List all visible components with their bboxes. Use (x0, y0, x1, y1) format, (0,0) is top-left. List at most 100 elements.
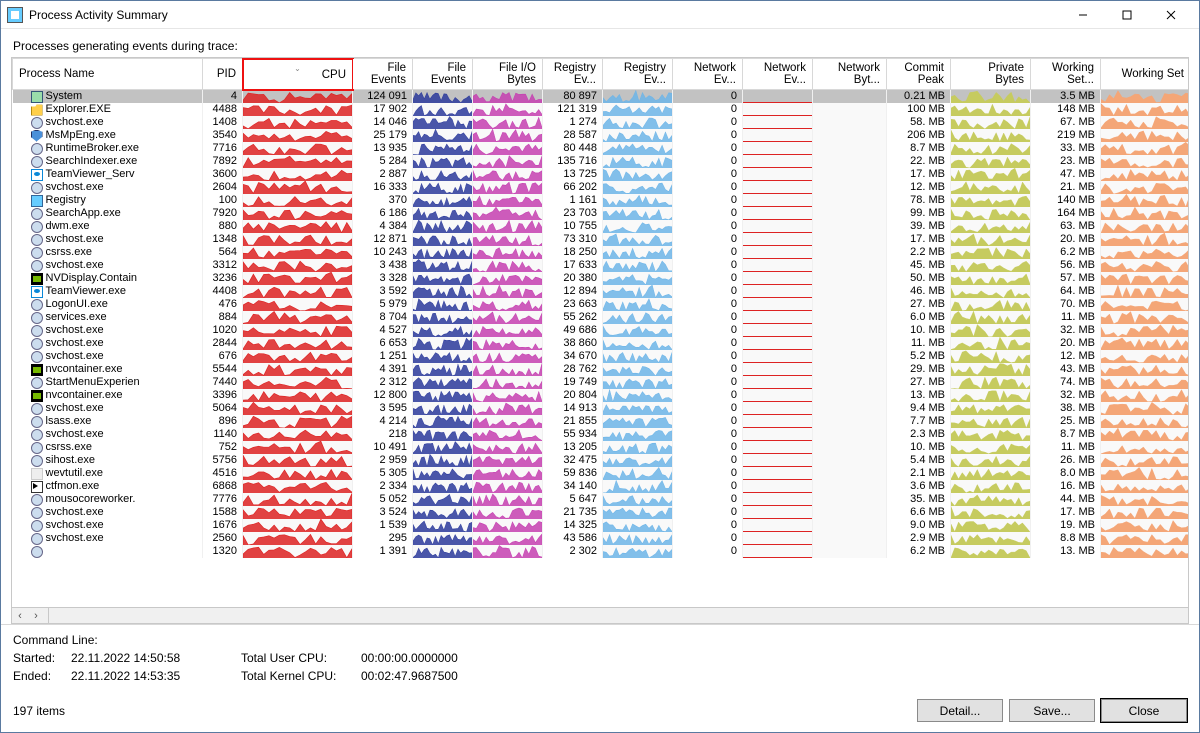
table-row[interactable]: LogonUI.exe4765 97923 663027. MB70. MB (13, 298, 1190, 311)
table-row[interactable]: MsMpEng.exe354025 17928 5870206 MB219 MB (13, 129, 1190, 142)
horizontal-scrollbar[interactable]: ‹ › (11, 608, 1189, 624)
file-events-spark (413, 545, 473, 558)
col-file-io-bytes[interactable]: File I/O Bytes (473, 59, 543, 90)
network-bytes-cell (813, 415, 887, 428)
col-working-set-2[interactable]: Working Set (1101, 59, 1190, 90)
gear-icon (31, 429, 43, 441)
registry-events-cell: 135 716 (543, 155, 603, 168)
titlebar[interactable]: Process Activity Summary (1, 1, 1199, 29)
file-events-spark (413, 389, 473, 402)
private-bytes-spark (951, 155, 1031, 168)
working-set-spark (1101, 441, 1190, 454)
registry-spark (603, 363, 673, 376)
file-events-spark (413, 402, 473, 415)
table-row[interactable]: svchost.exe260416 33366 202012. MB21. MB (13, 181, 1190, 194)
table-row[interactable]: svchost.exe50643 59514 91309.4 MB38. MB (13, 402, 1190, 415)
table-row[interactable]: csrss.exe75210 49113 205010. MB11. MB (13, 441, 1190, 454)
col-network-bytes[interactable]: Network Byt... (813, 59, 887, 90)
close-dialog-button[interactable]: Close (1101, 699, 1187, 722)
table-row[interactable]: svchost.exe256029543 58602.9 MB8.8 MB (13, 532, 1190, 545)
table-row[interactable]: mousocoreworker.77765 0525 647035. MB44.… (13, 493, 1190, 506)
table-row[interactable]: Explorer.EXE448817 902121 3190100 MB148 … (13, 103, 1190, 116)
table-row[interactable]: nvcontainer.exe339612 80020 804013. MB32… (13, 389, 1190, 402)
table-row[interactable]: lsass.exe8964 21421 85507.7 MB25. MB (13, 415, 1190, 428)
private-bytes-spark (951, 285, 1031, 298)
table-row[interactable]: svchost.exe16761 53914 32509.0 MB19. MB (13, 519, 1190, 532)
cpu-spark (243, 233, 353, 246)
table-row[interactable]: svchost.exe6761 25134 67005.2 MB12. MB (13, 350, 1190, 363)
commit-peak-cell: 22. MB (887, 155, 951, 168)
table-row[interactable]: wevtutil.exe45165 30559 83602.1 MB8.0 MB (13, 467, 1190, 480)
table-row[interactable]: svchost.exe10204 52749 686010. MB32. MB (13, 324, 1190, 337)
col-network-events[interactable]: Network Ev... (673, 59, 743, 90)
table-row[interactable]: svchost.exe28446 65338 860011. MB20. MB (13, 337, 1190, 350)
scroll-left-icon[interactable]: ‹ (12, 609, 28, 623)
process-name: svchost.exe (46, 519, 104, 532)
col-registry-events[interactable]: Registry Ev... (543, 59, 603, 90)
commit-peak-cell: 0.21 MB (887, 90, 951, 104)
table-row[interactable]: RuntimeBroker.exe771613 93580 44808.7 MB… (13, 142, 1190, 155)
minimize-button[interactable] (1061, 2, 1105, 28)
table-row[interactable]: sihost.exe57562 95932 47505.4 MB26. MB (13, 454, 1190, 467)
table-row[interactable]: services.exe8848 70455 26206.0 MB11. MB (13, 311, 1190, 324)
maximize-button[interactable] (1105, 2, 1149, 28)
process-name: LogonUI.exe (46, 298, 108, 311)
save-button[interactable]: Save... (1009, 699, 1095, 722)
pid-cell: 5544 (203, 363, 243, 376)
table-row[interactable]: svchost.exe140814 0461 274058. MB67. MB (13, 116, 1190, 129)
table-row[interactable]: StartMenuExperien74402 31219 749027. MB7… (13, 376, 1190, 389)
pid-cell: 1348 (203, 233, 243, 246)
network-spark (743, 519, 813, 532)
table-row[interactable]: dwm.exe8804 38410 755039. MB63. MB (13, 220, 1190, 233)
table-row[interactable]: NVDisplay.Contain32363 32820 380050. MB5… (13, 272, 1190, 285)
col-process-name[interactable]: Process Name (13, 59, 203, 90)
table-row[interactable]: svchost.exe134812 87173 310017. MB20. MB (13, 233, 1190, 246)
file-io-spark (473, 493, 543, 506)
registry-events-cell: 80 897 (543, 90, 603, 104)
table-row[interactable]: Registry1003701 161078. MB140 MB (13, 194, 1190, 207)
pid-cell: 5756 (203, 454, 243, 467)
process-table[interactable]: Process Name PID ⌄CPU File Events File E… (11, 57, 1189, 608)
gear-icon (31, 156, 43, 168)
table-row[interactable]: svchost.exe114021855 93402.3 MB8.7 MB (13, 428, 1190, 441)
network-events-cell: 0 (673, 506, 743, 519)
gear-icon (31, 520, 43, 532)
table-row[interactable]: ctfmon.exe68682 33434 14003.6 MB16. MB (13, 480, 1190, 493)
gear-icon (31, 351, 43, 363)
working-set-cell: 16. MB (1031, 480, 1101, 493)
working-set-spark (1101, 415, 1190, 428)
close-button[interactable] (1149, 2, 1193, 28)
pid-cell: 100 (203, 194, 243, 207)
scroll-right-icon[interactable]: › (28, 609, 44, 623)
header-row[interactable]: Process Name PID ⌄CPU File Events File E… (13, 59, 1190, 90)
col-file-events[interactable]: File Events (353, 59, 413, 90)
col-pid[interactable]: PID (203, 59, 243, 90)
table-row[interactable]: TeamViewer_Serv36002 88713 725017. MB47.… (13, 168, 1190, 181)
table-row[interactable]: SearchIndexer.exe78925 284135 716022. MB… (13, 155, 1190, 168)
table-row[interactable]: svchost.exe15883 52421 73506.6 MB17. MB (13, 506, 1190, 519)
col-network-events-spark[interactable]: Network Ev... (743, 59, 813, 90)
col-commit-peak[interactable]: Commit Peak (887, 59, 951, 90)
table-row[interactable]: TeamViewer.exe44083 59212 894046. MB64. … (13, 285, 1190, 298)
detail-button[interactable]: Detail... (917, 699, 1003, 722)
col-registry-events-spark[interactable]: Registry Ev... (603, 59, 673, 90)
table-row[interactable]: System4124 09180 89700.21 MB3.5 MB (13, 90, 1190, 104)
network-spark (743, 220, 813, 233)
table-row[interactable]: csrss.exe56410 24318 25002.2 MB6.2 MB (13, 246, 1190, 259)
file-events-spark (413, 493, 473, 506)
network-bytes-cell (813, 298, 887, 311)
file-events-spark (413, 519, 473, 532)
col-working-set[interactable]: Working Set... (1031, 59, 1101, 90)
col-private-bytes[interactable]: Private Bytes (951, 59, 1031, 90)
process-name: services.exe (46, 311, 107, 324)
private-bytes-spark (951, 246, 1031, 259)
table-row[interactable]: nvcontainer.exe55444 39128 762029. MB43.… (13, 363, 1190, 376)
table-row[interactable]: 13201 3912 30206.2 MB13. MB (13, 545, 1190, 558)
col-cpu[interactable]: ⌄CPU (243, 59, 353, 90)
working-set-cell: 21. MB (1031, 181, 1101, 194)
col-file-events-spark[interactable]: File Events (413, 59, 473, 90)
table-row[interactable]: svchost.exe33123 43817 633045. MB56. MB (13, 259, 1190, 272)
table-row[interactable]: SearchApp.exe79206 18623 703099. MB164 M… (13, 207, 1190, 220)
network-events-cell: 0 (673, 142, 743, 155)
pid-cell: 1140 (203, 428, 243, 441)
